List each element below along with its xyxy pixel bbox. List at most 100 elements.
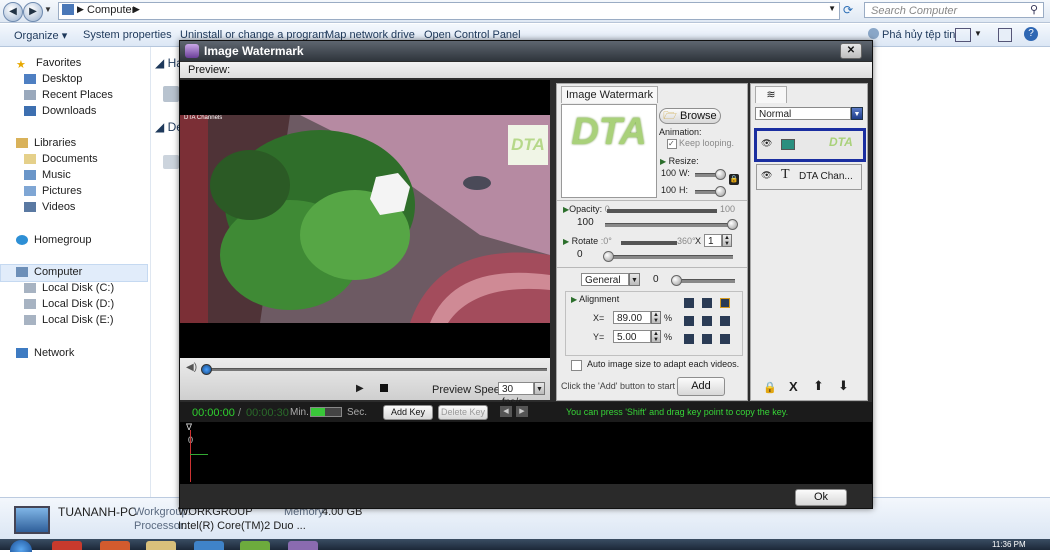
- blend-slider-thumb[interactable]: [671, 275, 682, 286]
- nav-computer[interactable]: Computer: [16, 266, 82, 278]
- breadcrumb-arrow-icon[interactable]: ▶: [77, 4, 84, 15]
- eye-icon[interactable]: 👁: [761, 138, 772, 149]
- next-key-icon[interactable]: ▶: [516, 406, 528, 417]
- delete-key-button[interactable]: Delete Key: [438, 405, 488, 420]
- watermark-preview-image[interactable]: DTA: [508, 125, 548, 165]
- y-spinner-icon[interactable]: ▲ ▼: [651, 330, 661, 343]
- nav-libraries[interactable]: Libraries: [16, 137, 76, 149]
- drive-icon[interactable]: [163, 86, 179, 102]
- nav-network[interactable]: Network: [16, 347, 74, 359]
- nav-downloads[interactable]: Downloads: [24, 105, 96, 117]
- preview-speed-select[interactable]: 30 fps/s: [498, 382, 534, 408]
- rotate-count-input[interactable]: 1: [704, 234, 722, 247]
- align-middle-right-button[interactable]: [720, 316, 730, 326]
- dialog-titlebar[interactable]: Image Watermark ✕: [180, 41, 872, 61]
- height-slider-thumb[interactable]: [715, 186, 726, 197]
- help-icon[interactable]: ?: [1024, 27, 1038, 41]
- nav-favorites[interactable]: ★ Favorites: [16, 57, 81, 71]
- history-dropdown-icon[interactable]: ▼: [44, 5, 52, 14]
- opacity-slider[interactable]: [605, 223, 733, 227]
- close-button[interactable]: ✕: [840, 43, 862, 59]
- chevron-down-icon[interactable]: ▼: [534, 382, 545, 395]
- tab-image-watermark[interactable]: Image Watermark: [561, 86, 659, 103]
- nav-music[interactable]: Music: [24, 169, 71, 181]
- align-bottom-right-button[interactable]: [720, 334, 730, 344]
- forward-icon[interactable]: ▶: [23, 2, 43, 22]
- video-preview[interactable]: DTA Channels DTA: [180, 80, 550, 358]
- seek-slider[interactable]: [202, 368, 547, 371]
- align-top-center-button[interactable]: [702, 298, 712, 308]
- nav-recent-places[interactable]: Recent Places: [24, 89, 113, 101]
- layers-icon[interactable]: ≋: [755, 86, 787, 103]
- address-input[interactable]: ▶ Computer ▶ ▼: [58, 2, 840, 20]
- seek-thumb[interactable]: [201, 364, 212, 375]
- breadcrumb[interactable]: Computer: [87, 4, 135, 16]
- play-icon[interactable]: ▶: [356, 383, 364, 394]
- blend-mode-select[interactable]: General: [581, 273, 629, 286]
- view-options-icon[interactable]: [955, 28, 971, 42]
- align-top-right-button[interactable]: [720, 298, 730, 308]
- taskbar-app-1[interactable]: [52, 541, 82, 550]
- y-position-input[interactable]: 5.00: [613, 330, 651, 343]
- width-slider-thumb[interactable]: [715, 169, 726, 180]
- previous-key-icon[interactable]: ◀: [500, 406, 512, 417]
- layer-item-image[interactable]: 👁 DTA: [754, 128, 866, 162]
- move-down-icon[interactable]: ⬇: [838, 378, 849, 394]
- back-icon[interactable]: ◀: [3, 2, 23, 22]
- x-spinner-icon[interactable]: ▲ ▼: [651, 311, 661, 324]
- nav-pictures[interactable]: Pictures: [24, 185, 82, 197]
- preview-pane-icon[interactable]: [998, 28, 1012, 42]
- rotate-slider[interactable]: [605, 255, 733, 259]
- keep-looping-checkbox[interactable]: ✓: [667, 139, 677, 149]
- taskbar-app-4[interactable]: [194, 541, 224, 550]
- layer-item-text[interactable]: 👁 T DTA Chan...: [756, 164, 862, 190]
- nav-documents[interactable]: Documents: [24, 153, 98, 165]
- search-icon[interactable]: ⚲: [1030, 3, 1038, 16]
- move-up-icon[interactable]: ⬆: [813, 378, 824, 394]
- rotate-slider-thumb[interactable]: [603, 251, 614, 262]
- volume-icon[interactable]: ◀): [186, 362, 197, 373]
- taskbar-app-6[interactable]: [288, 541, 318, 550]
- nav-disk-e[interactable]: Local Disk (E:): [24, 314, 114, 326]
- lock-aspect-icon[interactable]: 🔒: [729, 174, 739, 185]
- search-input[interactable]: Search Computer: [864, 2, 1044, 18]
- taskbar-app-3[interactable]: [146, 541, 176, 550]
- device-icon[interactable]: [163, 155, 179, 169]
- opacity-slider-thumb[interactable]: [727, 219, 738, 230]
- nav-disk-d[interactable]: Local Disk (D:): [24, 298, 114, 310]
- system-properties-button[interactable]: System properties: [83, 29, 172, 41]
- align-center-button[interactable]: [702, 316, 712, 326]
- taskbar-app-5[interactable]: [240, 541, 270, 550]
- timeline-track[interactable]: [180, 422, 872, 484]
- nav-videos[interactable]: Videos: [24, 201, 75, 213]
- nav-desktop[interactable]: Desktop: [24, 73, 82, 85]
- x-position-input[interactable]: 89.00: [613, 311, 651, 324]
- zoom-slider[interactable]: [310, 407, 342, 417]
- delete-layer-icon[interactable]: X: [789, 379, 798, 394]
- browse-button[interactable]: 🗁 Browse: [659, 108, 721, 124]
- align-bottom-center-button[interactable]: [702, 334, 712, 344]
- auto-size-checkbox[interactable]: [571, 360, 582, 371]
- refresh-icon[interactable]: ⟳: [843, 3, 853, 17]
- ok-button[interactable]: Ok: [795, 489, 847, 506]
- align-middle-left-button[interactable]: [684, 316, 694, 326]
- lock-icon[interactable]: 🔒: [763, 381, 777, 394]
- layer-mode-select[interactable]: Normal: [755, 107, 851, 120]
- add-key-button[interactable]: Add Key: [383, 405, 433, 420]
- breadcrumb-arrow-icon[interactable]: ▶: [133, 4, 140, 15]
- align-top-left-button[interactable]: [684, 298, 694, 308]
- eye-icon[interactable]: 👁: [761, 170, 772, 181]
- watermark-thumbnail[interactable]: DTA: [561, 104, 657, 198]
- taskbar-app-2[interactable]: [100, 541, 130, 550]
- chevron-down-icon[interactable]: ▼: [629, 273, 640, 286]
- chevron-down-icon[interactable]: ▼: [851, 107, 863, 120]
- rotate-spinner-icon[interactable]: ▲ ▼: [722, 234, 732, 247]
- nav-disk-c[interactable]: Local Disk (C:): [24, 282, 114, 294]
- shred-file-button[interactable]: Phá hủy tệp tin: [882, 29, 955, 41]
- address-dropdown-icon[interactable]: ▼: [828, 4, 836, 13]
- add-button[interactable]: Add: [677, 377, 725, 396]
- organize-button[interactable]: Organize ▾: [14, 29, 67, 42]
- blend-slider[interactable]: [673, 279, 735, 283]
- nav-homegroup[interactable]: Homegroup: [16, 234, 91, 246]
- view-dropdown-icon[interactable]: ▼: [974, 29, 982, 38]
